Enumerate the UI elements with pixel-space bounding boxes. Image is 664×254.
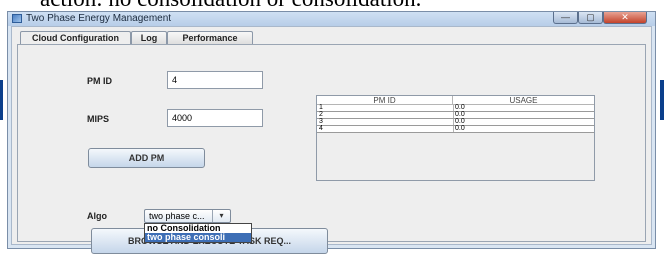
content-area: Cloud Configuration Log Performance PM I… xyxy=(11,26,652,254)
usage-cell: 0.0 xyxy=(455,118,465,125)
algo-label: Algo xyxy=(87,211,107,221)
pm-id-cell: 4 xyxy=(319,125,323,132)
minimize-button[interactable]: — xyxy=(553,12,578,24)
algo-option-no-consolidation[interactable]: no Consolidation xyxy=(145,224,251,233)
pm-id-cell: 2 xyxy=(319,111,323,118)
algo-selected-value: two phase c... xyxy=(149,211,205,221)
pm-id-cell: 3 xyxy=(319,118,323,125)
close-button[interactable]: ✕ xyxy=(603,12,647,24)
tab-log[interactable]: Log xyxy=(131,31,167,45)
background-window-edge xyxy=(660,80,664,120)
chevron-down-icon[interactable]: ▾ xyxy=(212,210,230,222)
window-title: Two Phase Energy Management xyxy=(26,13,172,24)
algo-option-two-phase[interactable]: two phase consoli xyxy=(145,233,251,242)
background-window-edge xyxy=(0,80,3,120)
table-row[interactable]: 4 0.0 xyxy=(317,125,594,133)
pm-table-body: 1 0.0 2 0.0 3 0.0 4 0.0 xyxy=(317,104,594,133)
mips-label: MIPS xyxy=(87,114,110,124)
algo-select[interactable]: two phase c... ▾ xyxy=(144,209,231,223)
column-divider xyxy=(453,119,454,125)
cloud-configuration-panel: PM ID 4 MIPS 4000 ADD PM PM ID USAGE 1 0… xyxy=(17,44,646,254)
add-pm-button[interactable]: ADD PM xyxy=(88,148,205,168)
column-divider xyxy=(453,105,454,111)
title-bar[interactable]: Two Phase Energy Management — ▢ ✕ xyxy=(8,12,655,26)
pm-id-cell: 1 xyxy=(319,104,323,111)
maximize-button[interactable]: ▢ xyxy=(578,12,603,24)
pm-table: PM ID USAGE 1 0.0 2 0.0 3 0.0 4 0.0 xyxy=(316,95,595,181)
app-window: Two Phase Energy Management — ▢ ✕ Cloud … xyxy=(7,11,656,254)
usage-cell: 0.0 xyxy=(455,125,465,132)
usage-cell: 0.0 xyxy=(455,111,465,118)
mips-field[interactable]: 4000 xyxy=(167,109,263,127)
pm-id-field[interactable]: 4 xyxy=(167,71,263,89)
tab-performance[interactable]: Performance xyxy=(167,31,253,45)
pm-id-label: PM ID xyxy=(87,76,113,86)
usage-cell: 0.0 xyxy=(455,104,465,111)
algo-dropdown-list: no Consolidation two phase consoli xyxy=(144,223,252,243)
column-divider xyxy=(453,126,454,132)
usage-column-header[interactable]: USAGE xyxy=(453,96,594,105)
pm-id-column-header[interactable]: PM ID xyxy=(317,96,453,105)
app-icon xyxy=(12,14,22,23)
column-divider xyxy=(453,112,454,118)
